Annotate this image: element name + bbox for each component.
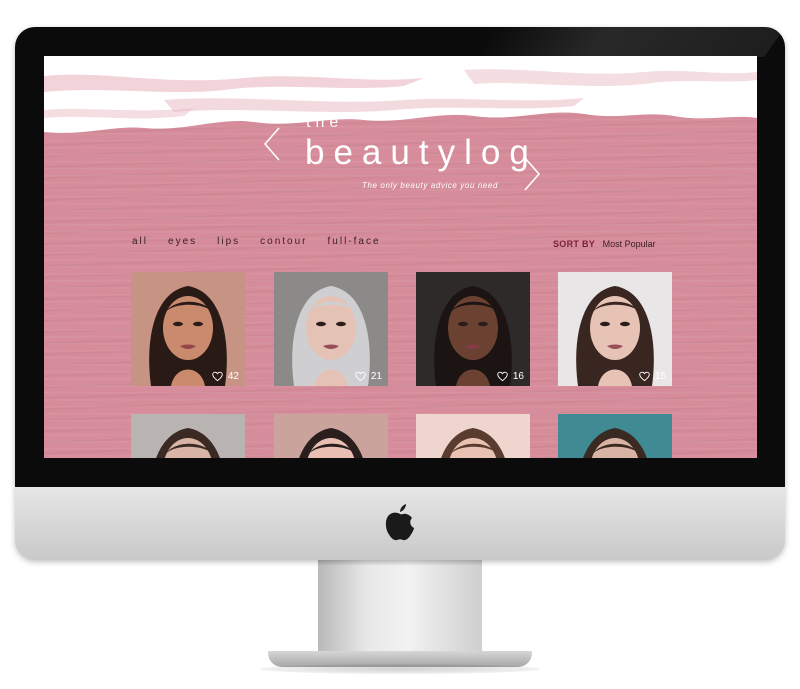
like-count-value: 21	[370, 371, 382, 382]
category-nav: all eyes lips contour full-face	[132, 236, 401, 247]
nav-item-eyes[interactable]: eyes	[168, 236, 197, 247]
nav-item-lips[interactable]: lips	[217, 236, 240, 247]
post-card[interactable]	[131, 414, 245, 458]
chevron-left-icon[interactable]	[262, 126, 282, 162]
like-count[interactable]: 21	[355, 371, 382, 382]
heart-icon	[497, 371, 508, 382]
site-tagline: The only beauty advice you need	[362, 181, 499, 190]
nav-item-full-face[interactable]: full-face	[328, 236, 381, 247]
post-photo	[131, 272, 245, 386]
sort-label: SORT BY	[553, 239, 596, 249]
sort-dropdown[interactable]: Most Popular	[603, 239, 656, 249]
post-card[interactable]: 15	[558, 272, 672, 386]
bezel-reflection	[473, 27, 785, 57]
post-card[interactable]	[274, 414, 388, 458]
post-card[interactable]	[558, 414, 672, 458]
post-photo	[416, 272, 530, 386]
post-card[interactable]	[416, 414, 530, 458]
site-logo[interactable]: beautylog	[305, 133, 538, 173]
nav-item-contour[interactable]: contour	[260, 236, 307, 247]
stand-shadow	[318, 560, 482, 566]
heart-icon	[212, 371, 223, 382]
website-screen: the beautylog The only beauty advice you…	[44, 56, 757, 458]
like-count-value: 42	[227, 371, 239, 382]
post-photo	[558, 414, 672, 458]
monitor-stand	[318, 560, 482, 655]
post-photo	[558, 272, 672, 386]
monitor-bezel: the beautylog The only beauty advice you…	[15, 27, 785, 487]
sort-control: SORT BY Most Popular	[553, 239, 656, 249]
like-count[interactable]: 16	[497, 371, 524, 382]
heart-icon	[355, 371, 366, 382]
like-count[interactable]: 42	[212, 371, 239, 382]
post-card[interactable]: 21	[274, 272, 388, 386]
like-count-value: 15	[654, 371, 666, 382]
post-card[interactable]: 42	[131, 272, 245, 386]
post-photo	[131, 414, 245, 458]
post-card[interactable]: 16	[416, 272, 530, 386]
like-count[interactable]: 15	[639, 371, 666, 382]
like-count-value: 16	[512, 371, 524, 382]
logo-prefix: the	[306, 114, 344, 131]
nav-item-all[interactable]: all	[132, 236, 148, 247]
heart-icon	[639, 371, 650, 382]
imac-monitor: the beautylog The only beauty advice you…	[15, 27, 785, 560]
apple-logo	[385, 504, 414, 541]
monitor-chin	[15, 487, 785, 560]
post-photo	[274, 414, 388, 458]
floor-shadow	[260, 664, 540, 674]
post-photo	[416, 414, 530, 458]
post-photo	[274, 272, 388, 386]
